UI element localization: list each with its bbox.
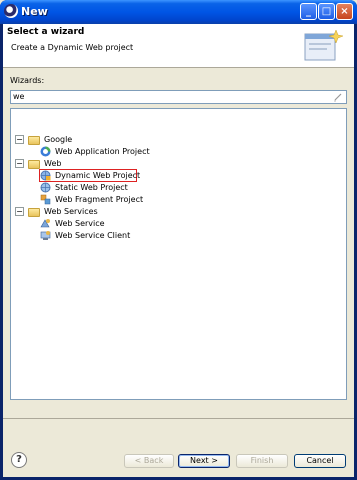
tree-item-label: Web Fragment Project bbox=[55, 195, 144, 204]
finish-button[interactable]: Finish bbox=[236, 454, 288, 468]
static-web-project-icon bbox=[40, 182, 51, 193]
next-button[interactable]: Next > bbox=[178, 454, 230, 468]
separator bbox=[3, 418, 354, 419]
help-button[interactable]: ? bbox=[11, 452, 27, 468]
tree-item-label: Dynamic Web Project bbox=[55, 171, 141, 180]
wizards-label: Wizards: bbox=[10, 76, 45, 85]
web-fragment-project-icon bbox=[40, 194, 51, 205]
wizard-window: New _ □ × Select a wizard Create a Dynam… bbox=[0, 0, 357, 480]
folder-icon bbox=[28, 208, 40, 217]
dialog-body: Select a wizard Create a Dynamic Web pro… bbox=[3, 24, 354, 477]
wizard-header: Select a wizard Create a Dynamic Web pro… bbox=[3, 24, 354, 68]
wizard-tree[interactable]: − Google Web Application Project − Web D… bbox=[10, 108, 347, 400]
cancel-button[interactable]: Cancel bbox=[294, 454, 346, 468]
tree-item-label: Web Service Client bbox=[55, 231, 131, 240]
wizard-banner-icon bbox=[304, 29, 343, 61]
minimize-button[interactable]: _ bbox=[300, 3, 317, 20]
collapse-web-toggle[interactable]: − bbox=[15, 159, 24, 168]
back-button[interactable]: < Back bbox=[124, 454, 174, 468]
dynamic-web-project-icon bbox=[40, 170, 51, 181]
google-project-icon bbox=[40, 146, 51, 157]
window-title: New bbox=[21, 5, 48, 18]
clear-filter-icon[interactable] bbox=[333, 92, 343, 102]
collapse-google-toggle[interactable]: − bbox=[15, 135, 24, 144]
filter-text: we bbox=[13, 92, 25, 101]
maximize-button[interactable]: □ bbox=[318, 3, 335, 20]
collapse-web-services-toggle[interactable]: − bbox=[15, 207, 24, 216]
tree-item-label: Web Service bbox=[55, 219, 105, 228]
tree-item-label: Web Application Project bbox=[55, 147, 150, 156]
page-description: Create a Dynamic Web project bbox=[11, 43, 134, 52]
wizard-filter-input[interactable]: we bbox=[10, 90, 347, 104]
folder-icon bbox=[28, 136, 40, 145]
page-title: Select a wizard bbox=[7, 27, 85, 37]
eclipse-icon bbox=[4, 4, 18, 18]
tree-group-label: Web Services bbox=[44, 207, 98, 216]
folder-icon bbox=[28, 160, 40, 169]
tree-group-label: Google bbox=[44, 135, 73, 144]
close-button[interactable]: × bbox=[336, 3, 353, 20]
web-service-client-icon bbox=[40, 231, 51, 240]
title-bar[interactable]: New _ □ × bbox=[0, 0, 357, 24]
web-service-icon bbox=[40, 219, 50, 228]
tree-item-label: Static Web Project bbox=[55, 183, 128, 192]
